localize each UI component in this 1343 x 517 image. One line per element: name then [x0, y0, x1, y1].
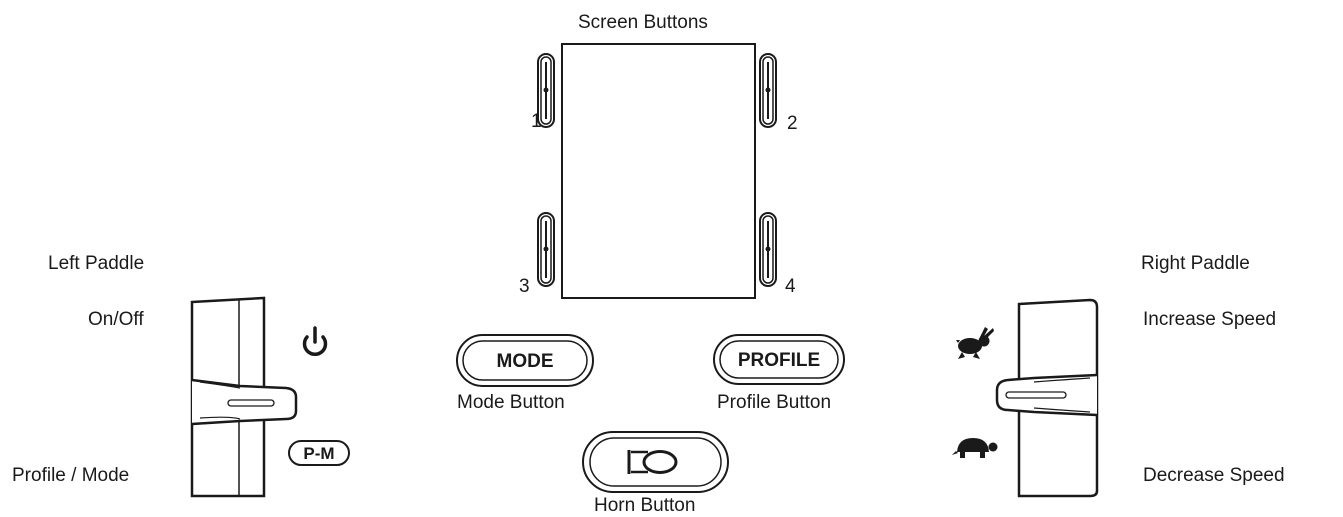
- profile-mode-badge: P-M: [288, 440, 350, 466]
- profile-mode-badge-text: P-M: [303, 444, 334, 463]
- screen-button-1[interactable]: [537, 53, 555, 128]
- power-icon: [302, 326, 328, 357]
- right-paddle[interactable]: [995, 298, 1099, 498]
- horn-button[interactable]: [582, 431, 729, 493]
- profile-button-text: PROFILE: [738, 350, 820, 371]
- profile-button[interactable]: PROFILE: [713, 334, 845, 385]
- rabbit-icon: [956, 327, 994, 359]
- control-diagram: MODE PROFILE P-M: [190, 43, 1099, 498]
- screen-display: [561, 43, 756, 299]
- turtle-icon: [952, 438, 998, 458]
- mode-button[interactable]: MODE: [456, 334, 594, 387]
- mode-button-text: MODE: [497, 351, 554, 372]
- screen-button-4[interactable]: [759, 212, 777, 287]
- screen-button-3[interactable]: [537, 212, 555, 287]
- screen-button-2[interactable]: [759, 53, 777, 128]
- left-paddle[interactable]: [190, 296, 298, 498]
